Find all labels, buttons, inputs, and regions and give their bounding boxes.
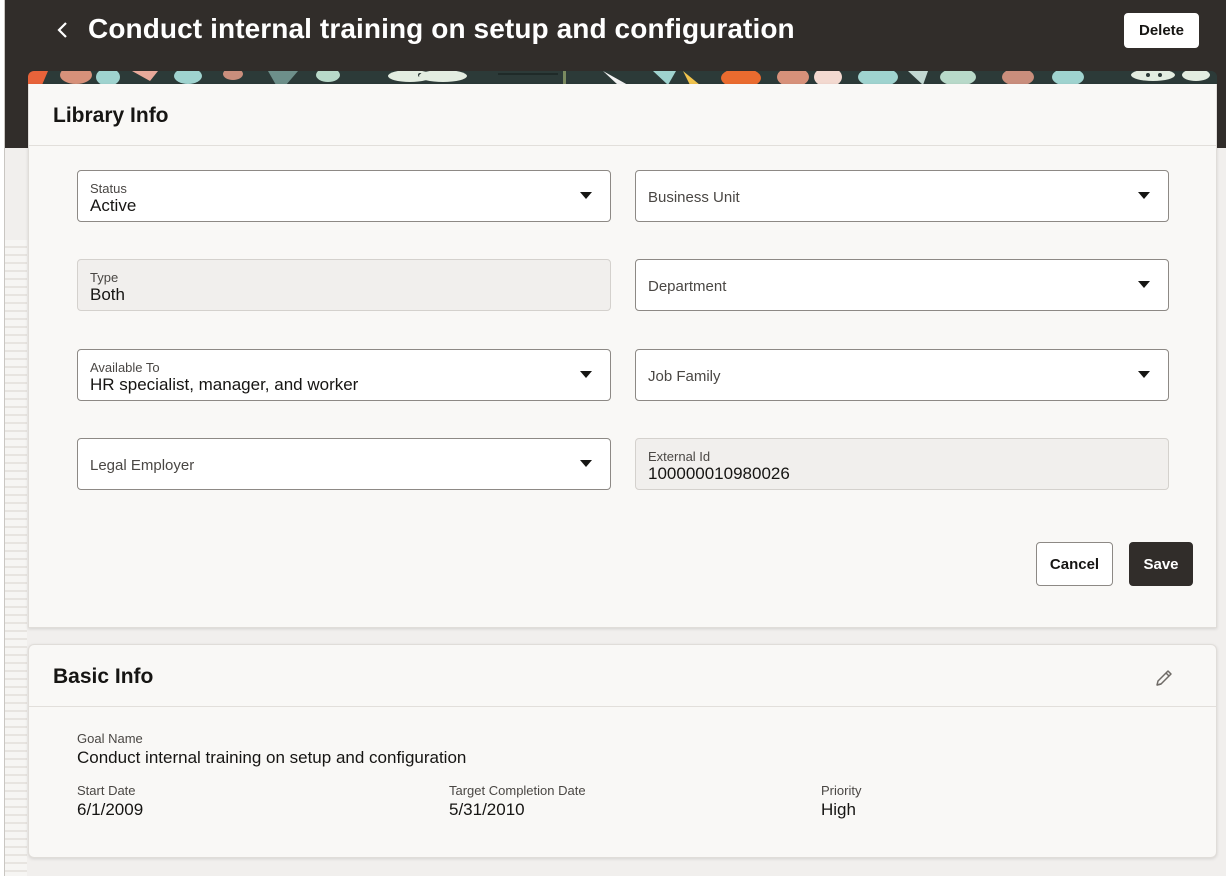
delete-button[interactable]: Delete [1124, 13, 1199, 48]
job-family-select[interactable]: Job Family [635, 349, 1169, 401]
legal-employer-select[interactable]: Legal Employer [77, 438, 611, 490]
chevron-left-icon [57, 22, 67, 38]
basic-info-card: Basic Info Goal Name Conduct internal tr… [28, 644, 1217, 858]
page-title: Conduct internal training on setup and c… [88, 13, 795, 44]
available-to-select[interactable]: Available To HR specialist, manager, and… [77, 349, 611, 401]
card-divider [29, 706, 1216, 707]
start-date-value: 6/1/2009 [77, 800, 144, 819]
caret-down-icon [580, 460, 592, 467]
type-label: Type [90, 270, 119, 285]
caret-down-icon [580, 371, 592, 378]
available-to-label: Available To [90, 360, 160, 375]
department-select[interactable]: Department [635, 259, 1169, 311]
library-info-card: Library Info Status Active Business Unit… [28, 84, 1217, 628]
window-left-edge [0, 0, 5, 876]
caret-down-icon [1138, 192, 1150, 199]
external-id-value: 100000010980026 [648, 464, 790, 483]
back-button[interactable] [49, 16, 77, 44]
status-label: Status [90, 181, 127, 196]
background-pattern [5, 240, 27, 876]
job-family-label: Job Family [648, 368, 721, 385]
business-unit-select[interactable]: Business Unit [635, 170, 1169, 222]
goal-name-value: Conduct internal training on setup and c… [77, 748, 467, 767]
start-date-label: Start Date [77, 783, 136, 798]
caret-down-icon [1138, 281, 1150, 288]
priority-label: Priority [821, 783, 862, 798]
status-value: Active [90, 196, 137, 215]
status-select[interactable]: Status Active [77, 170, 611, 222]
target-completion-date-value: 5/31/2010 [449, 800, 525, 819]
business-unit-label: Business Unit [648, 189, 740, 206]
pencil-icon [1156, 670, 1172, 686]
external-id-label: External Id [648, 449, 711, 464]
edit-button[interactable] [1149, 663, 1179, 693]
legal-employer-label: Legal Employer [90, 457, 195, 474]
caret-down-icon [1138, 371, 1150, 378]
card-divider [29, 145, 1216, 146]
type-value: Both [90, 285, 125, 304]
target-completion-date-label: Target Completion Date [449, 783, 586, 798]
department-label: Department [648, 278, 727, 295]
priority-value: High [821, 800, 856, 819]
cancel-button[interactable]: Cancel [1036, 542, 1113, 586]
banner-illustration [28, 71, 1217, 85]
save-button[interactable]: Save [1129, 542, 1193, 586]
type-field: Type Both [77, 259, 611, 311]
basic-info-title: Basic Info [53, 665, 154, 688]
external-id-field: External Id 100000010980026 [635, 438, 1169, 490]
available-to-value: HR specialist, manager, and worker [90, 375, 359, 394]
caret-down-icon [580, 192, 592, 199]
goal-name-label: Goal Name [77, 731, 143, 746]
library-info-title: Library Info [53, 104, 169, 127]
decorative-banner [28, 71, 1217, 85]
